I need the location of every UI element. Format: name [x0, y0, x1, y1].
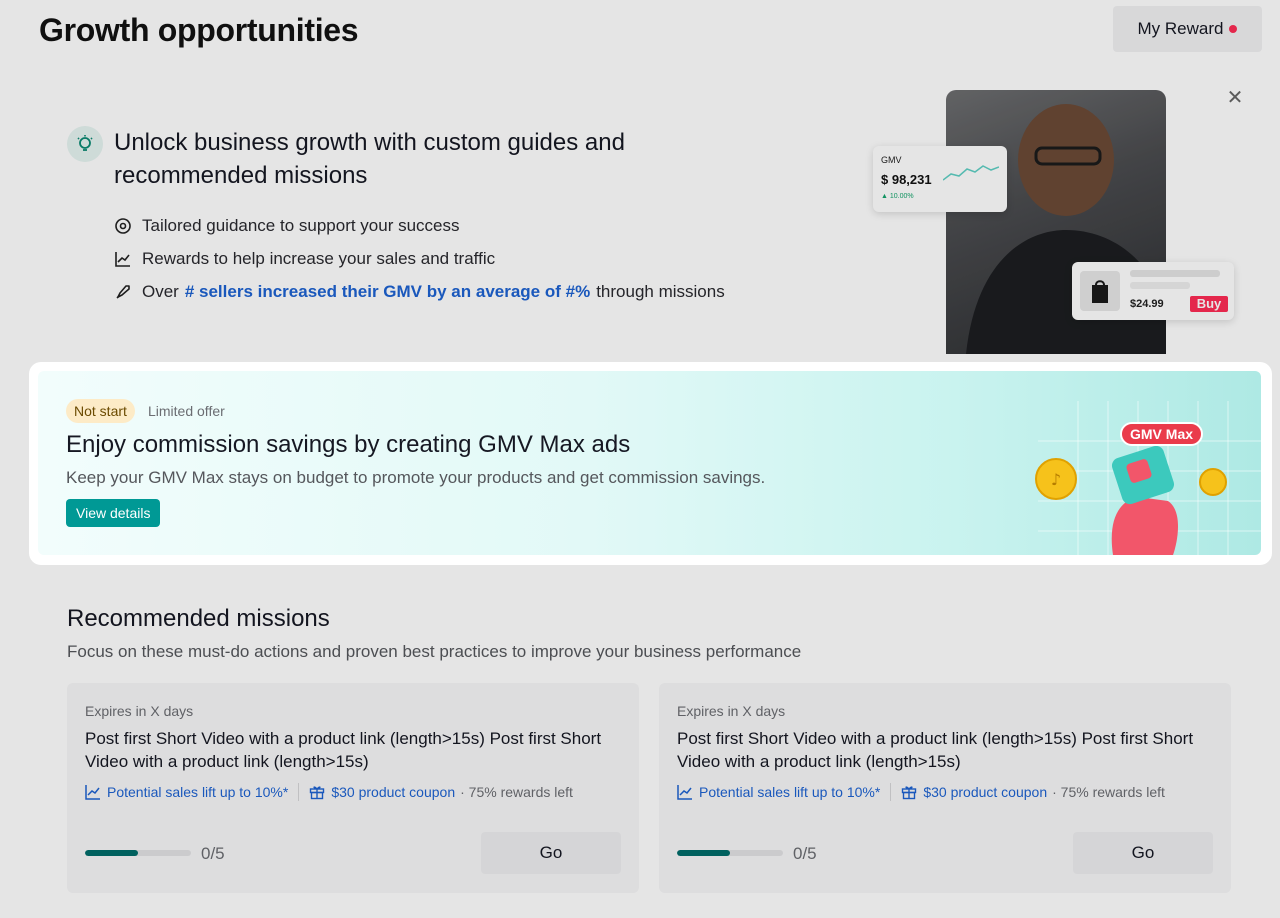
rocket-icon	[114, 283, 132, 301]
coupon-text: $30 product coupon	[923, 784, 1048, 800]
mission-title: Post first Short Video with a product li…	[677, 729, 1194, 771]
mission-title: Post first Short Video with a product li…	[85, 729, 602, 771]
progress-count: 0/5	[201, 844, 225, 863]
target-icon	[114, 217, 132, 235]
gmv-max-tag: GMV Max	[1120, 422, 1204, 446]
view-details-button[interactable]: View details	[66, 499, 161, 527]
mission-meta: Potential sales lift up to 10%* $30 prod…	[85, 783, 573, 801]
product-price: $24.99	[1130, 298, 1164, 310]
line-chart-icon	[677, 784, 693, 800]
gift-icon	[309, 784, 325, 800]
buy-label: Buy	[1190, 296, 1228, 312]
rewards-left: · 75% rewards left	[1052, 784, 1165, 800]
placeholder-line	[1130, 270, 1220, 277]
offer-banner: Not start Limited offer Enjoy commission…	[38, 371, 1261, 555]
progress-bar	[677, 850, 783, 856]
placeholder-line	[1130, 282, 1190, 289]
offer-description: Keep your GMV Max stays on budget to pro…	[66, 468, 766, 487]
progress-fill	[85, 850, 138, 856]
offer-highlight: Not start Limited offer Enjoy commission…	[29, 362, 1272, 565]
benefit-list: Tailored guidance to support your succes…	[114, 209, 725, 308]
rewards-left: · 75% rewards left	[460, 784, 573, 800]
recommended-missions: Recommended missions Focus on these must…	[39, 575, 1261, 918]
go-button[interactable]: Go	[481, 832, 621, 874]
shopping-bag-icon	[1080, 271, 1120, 311]
sparkline-icon	[943, 165, 999, 181]
gmv-value: $ 98,231	[881, 172, 932, 187]
divider	[298, 783, 300, 801]
progress-fill	[677, 850, 730, 856]
limited-offer-tag: Limited offer	[148, 403, 225, 419]
sales-lift-link[interactable]: Potential sales lift up to 10%*	[85, 784, 288, 800]
gmv-label: GMV	[881, 155, 902, 165]
benefit-suffix: through missions	[596, 281, 725, 301]
sales-lift-text: Potential sales lift up to 10%*	[107, 784, 289, 800]
mission-expiry: Expires in X days	[85, 703, 194, 719]
mission-card: Expires in X days Post first Short Video…	[67, 683, 639, 893]
benefit-prefix: Over	[142, 281, 179, 301]
lightbulb-icon	[67, 126, 103, 162]
status-badge: Not start	[66, 399, 135, 423]
sales-lift-link[interactable]: Potential sales lift up to 10%*	[677, 784, 880, 800]
section-subtitle: Focus on these must-do actions and prove…	[67, 642, 802, 661]
gift-icon	[901, 784, 917, 800]
product-card: $24.99 Buy	[1072, 262, 1234, 320]
page-title: Growth opportunities	[39, 12, 359, 48]
coupon-link[interactable]: $30 product coupon	[901, 784, 1047, 800]
divider	[890, 783, 892, 801]
coupon-text: $30 product coupon	[331, 784, 456, 800]
close-icon[interactable]: ✕	[1225, 88, 1245, 108]
benefit-item: Tailored guidance to support your succes…	[114, 209, 725, 242]
benefit-highlight: # sellers increased their GMV by an aver…	[184, 281, 591, 301]
mission-meta: Potential sales lift up to 10%* $30 prod…	[677, 783, 1165, 801]
gmv-stat-card: GMV $ 98,231 ▲ 10.00%	[873, 146, 1007, 212]
gmv-max-illustration: ♪	[1035, 401, 1261, 555]
gmv-change: ▲ 10.00%	[881, 193, 914, 200]
sales-lift-text: Potential sales lift up to 10%*	[699, 784, 881, 800]
line-chart-icon	[85, 784, 101, 800]
progress-count: 0/5	[793, 844, 817, 863]
svg-text:♪: ♪	[1051, 470, 1061, 489]
my-reward-label: My Reward	[1137, 19, 1224, 38]
benefit-text: Tailored guidance to support your succes…	[142, 215, 460, 235]
line-chart-icon	[114, 250, 132, 268]
my-reward-button[interactable]: My Reward	[1113, 6, 1262, 52]
intro-title: Unlock business growth with custom guide…	[114, 129, 625, 189]
mission-expiry: Expires in X days	[677, 703, 786, 719]
mission-card: Expires in X days Post first Short Video…	[659, 683, 1231, 893]
offer-title: Enjoy commission savings by creating GMV…	[66, 431, 631, 458]
notification-dot	[1229, 25, 1238, 33]
intro-card: Unlock business growth with custom guide…	[39, 72, 1261, 354]
benefit-text: Rewards to help increase your sales and …	[142, 248, 496, 268]
benefit-item: Rewards to help increase your sales and …	[114, 242, 725, 275]
coupon-link[interactable]: $30 product coupon	[309, 784, 455, 800]
benefit-item: Over # sellers increased their GMV by an…	[114, 275, 725, 308]
section-title: Recommended missions	[67, 605, 330, 632]
go-button[interactable]: Go	[1073, 832, 1213, 874]
progress-bar	[85, 850, 191, 856]
